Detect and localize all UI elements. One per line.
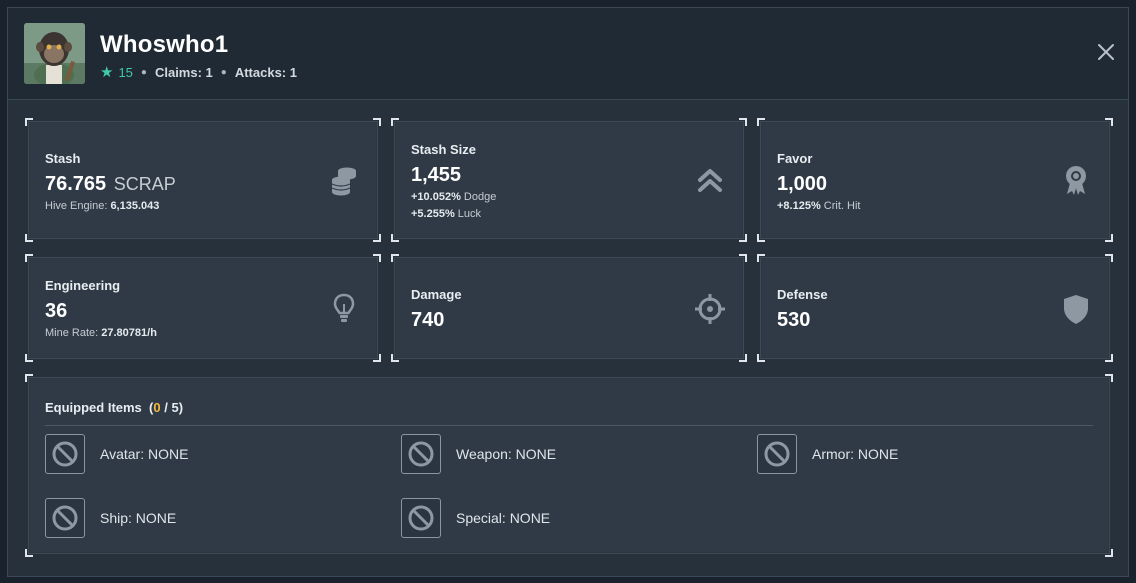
award-ribbon-icon bbox=[1066, 166, 1086, 195]
separator-dot: ● bbox=[140, 66, 147, 78]
equipped-items-label: Equipped Items bbox=[45, 400, 142, 415]
engineering-title: Engineering bbox=[45, 278, 121, 293]
crit-hit-row: +8.125% Crit. Hit bbox=[777, 200, 860, 212]
slot-weapon[interactable]: Weapon: NONE bbox=[401, 434, 556, 474]
player-name: Whoswho1 bbox=[100, 31, 229, 58]
player-profile-modal: Whoswho1 ★ 15 ● Claims: 1 ● Attacks: 1 S… bbox=[7, 7, 1129, 577]
close-icon bbox=[1098, 44, 1114, 60]
modal-header: Whoswho1 ★ 15 ● Claims: 1 ● Attacks: 1 bbox=[8, 8, 1128, 100]
crit-hit-label: Crit. Hit bbox=[823, 200, 861, 212]
slot-ship[interactable]: Ship: NONE bbox=[45, 498, 176, 538]
damage-card: Damage 740 bbox=[391, 254, 747, 362]
engineering-value: 36 bbox=[45, 300, 68, 322]
stash-unit: SCRAP bbox=[113, 174, 176, 194]
lightbulb-icon bbox=[333, 293, 355, 322]
shield-icon bbox=[1064, 295, 1088, 324]
no-entry-icon bbox=[764, 441, 790, 467]
slot-weapon-label: Weapon: NONE bbox=[456, 446, 557, 462]
separator-dot: ● bbox=[220, 66, 227, 78]
luck-label: Luck bbox=[457, 208, 482, 220]
close-button[interactable] bbox=[1096, 42, 1116, 62]
luck-value: +5.255% bbox=[411, 208, 455, 220]
stash-amount: 76.765 bbox=[45, 173, 107, 195]
crosshair-icon bbox=[695, 294, 725, 324]
coins-stack-icon bbox=[331, 167, 357, 196]
slot-weapon-box[interactable] bbox=[401, 434, 441, 474]
mine-rate-row: Mine Rate: 27.80781/h bbox=[45, 327, 157, 339]
dodge-label: Dodge bbox=[463, 191, 497, 203]
slot-armor-label: Armor: NONE bbox=[812, 446, 899, 462]
equip-divider bbox=[45, 425, 1093, 426]
equipped-total: / 5) bbox=[164, 400, 184, 415]
slot-ship-box[interactable] bbox=[45, 498, 85, 538]
attacks-count: Attacks: 1 bbox=[234, 64, 297, 80]
slot-avatar[interactable]: Avatar: NONE bbox=[45, 434, 188, 474]
dodge-value: +10.052% bbox=[411, 191, 461, 203]
slot-armor[interactable]: Armor: NONE bbox=[757, 434, 898, 474]
no-entry-icon bbox=[52, 441, 78, 467]
hive-engine-row: Hive Engine: 6,135.043 bbox=[45, 200, 159, 212]
claims-count: Claims: 1 bbox=[154, 64, 213, 80]
mine-rate-label: Mine Rate: bbox=[45, 327, 99, 339]
favor-card: Favor 1,000 +8.125% Crit. Hit bbox=[757, 118, 1113, 242]
equipped-count: 0 bbox=[153, 400, 161, 415]
slot-special-box[interactable] bbox=[401, 498, 441, 538]
slot-armor-box[interactable] bbox=[757, 434, 797, 474]
slot-avatar-label: Avatar: NONE bbox=[100, 446, 189, 462]
slot-special-label: Special: NONE bbox=[456, 510, 551, 526]
no-entry-icon bbox=[408, 441, 434, 467]
slot-avatar-box[interactable] bbox=[45, 434, 85, 474]
equipped-items-title: Equipped Items (0 / 5) bbox=[45, 400, 183, 415]
stash-card: Stash 76.765 SCRAP Hive Engine: 6,135.04… bbox=[25, 118, 381, 242]
slot-ship-label: Ship: NONE bbox=[100, 510, 177, 526]
player-avatar bbox=[24, 23, 85, 84]
favor-title: Favor bbox=[777, 151, 813, 166]
equipped-items-panel: Equipped Items (0 / 5) Avatar: NONE Weap… bbox=[25, 374, 1113, 557]
no-entry-icon bbox=[52, 505, 78, 531]
defense-value: 530 bbox=[777, 309, 811, 331]
stash-size-title: Stash Size bbox=[411, 142, 477, 157]
player-meta-row: ★ 15 ● Claims: 1 ● Attacks: 1 bbox=[100, 64, 305, 80]
defense-card: Defense 530 bbox=[757, 254, 1113, 362]
damage-value: 740 bbox=[411, 309, 445, 331]
hive-engine-value: 6,135.043 bbox=[110, 200, 160, 212]
dodge-row: +10.052% Dodge bbox=[411, 191, 496, 203]
mine-rate-value: 27.80781/h bbox=[101, 327, 157, 339]
slot-special[interactable]: Special: NONE bbox=[401, 498, 550, 538]
no-entry-icon bbox=[408, 505, 434, 531]
stash-size-value: 1,455 bbox=[411, 164, 462, 186]
player-level: 15 bbox=[118, 64, 133, 80]
defense-title: Defense bbox=[777, 287, 828, 302]
luck-row: +5.255% Luck bbox=[411, 208, 481, 220]
favor-value: 1,000 bbox=[777, 173, 828, 195]
damage-title: Damage bbox=[411, 287, 462, 302]
hive-engine-label: Hive Engine: bbox=[45, 200, 108, 212]
double-chevron-up-icon bbox=[698, 169, 722, 192]
crit-hit-value: +8.125% bbox=[777, 200, 821, 212]
stash-value: 76.765 SCRAP bbox=[45, 173, 176, 196]
stash-size-card: Stash Size 1,455 +10.052% Dodge +5.255% … bbox=[391, 118, 747, 242]
star-icon: ★ bbox=[100, 63, 114, 81]
engineering-card: Engineering 36 Mine Rate: 27.80781/h bbox=[25, 254, 381, 362]
stash-title: Stash bbox=[45, 151, 81, 166]
